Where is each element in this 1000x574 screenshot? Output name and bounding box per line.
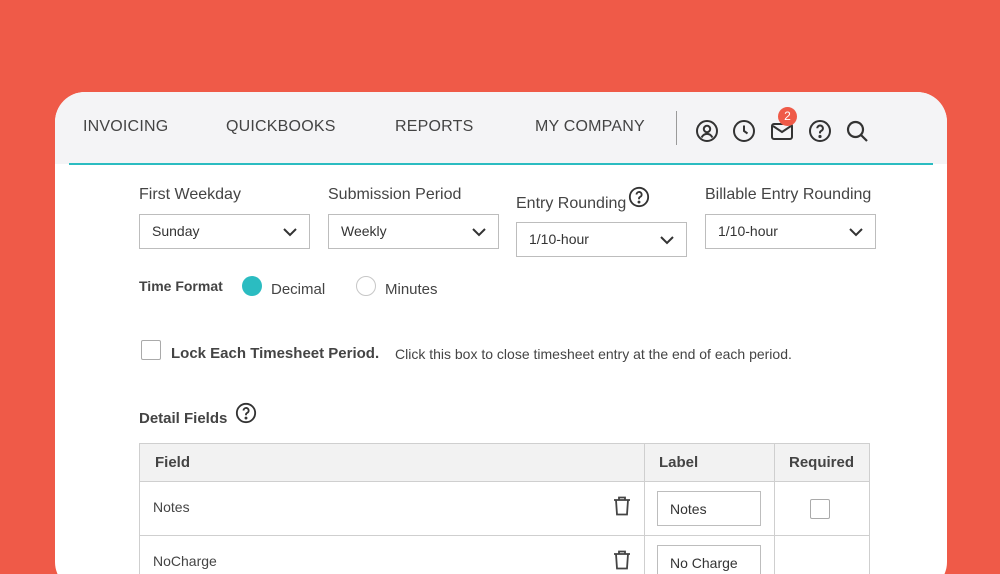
entry-rounding-select[interactable]: 1/10-hour <box>516 222 687 257</box>
entry-rounding-value: 1/10-hour <box>529 231 589 247</box>
field-name: Notes <box>153 499 190 515</box>
detail-fields-table: Field Label Required Notes NoCharge <box>139 443 870 574</box>
entry-rounding-help-icon[interactable] <box>628 186 650 208</box>
field-label-input[interactable] <box>657 545 761 574</box>
submission-period-select[interactable]: Weekly <box>328 214 499 249</box>
lock-timesheet-description: Click this box to close timesheet entry … <box>395 346 792 362</box>
nav-quickbooks[interactable]: QUICKBOOKS <box>226 118 336 136</box>
first-weekday-label: First Weekday <box>139 186 241 203</box>
billable-rounding-select[interactable]: 1/10-hour <box>705 214 876 249</box>
nav-invoicing[interactable]: INVOICING <box>83 118 168 136</box>
entry-rounding-label: Entry Rounding <box>516 195 627 212</box>
billable-rounding-value: 1/10-hour <box>718 223 778 239</box>
submission-period-label: Submission Period <box>328 186 462 203</box>
nav-underline <box>69 163 933 165</box>
chevron-down-icon <box>472 228 486 237</box>
column-divider <box>644 536 645 574</box>
table-header: Field Label Required <box>140 444 869 482</box>
column-divider <box>644 482 645 535</box>
time-format-label: Time Format <box>139 278 223 294</box>
decimal-radio[interactable] <box>242 276 262 296</box>
settings-card: INVOICING QUICKBOOKS REPORTS MY COMPANY … <box>55 92 947 574</box>
chevron-down-icon <box>849 228 863 237</box>
lock-timesheet-title: Lock Each Timesheet Period. <box>171 345 380 362</box>
clock-icon[interactable] <box>732 119 756 143</box>
nav-reports[interactable]: REPORTS <box>395 118 473 136</box>
column-header-field: Field <box>155 454 191 471</box>
column-divider <box>774 482 775 535</box>
user-icon[interactable] <box>695 119 719 143</box>
decimal-radio-label[interactable]: Decimal <box>271 281 325 298</box>
detail-fields-help-icon[interactable] <box>235 402 257 424</box>
submission-period-value: Weekly <box>341 223 387 239</box>
chevron-down-icon <box>660 236 674 245</box>
mail-badge: 2 <box>778 107 797 126</box>
chevron-down-icon <box>283 228 297 237</box>
trash-icon[interactable] <box>612 549 632 571</box>
table-row: Notes <box>140 482 869 536</box>
first-weekday-select[interactable]: Sunday <box>139 214 310 249</box>
detail-fields-title: Detail Fields <box>139 410 228 427</box>
column-divider <box>774 444 775 481</box>
column-header-required: Required <box>789 454 855 471</box>
first-weekday-value: Sunday <box>152 223 200 239</box>
lock-timesheet-checkbox[interactable] <box>141 340 161 360</box>
required-checkbox[interactable] <box>810 499 830 519</box>
minutes-radio[interactable] <box>356 276 376 296</box>
column-divider <box>774 536 775 574</box>
nav-divider <box>676 111 677 145</box>
field-label-input[interactable] <box>657 491 761 526</box>
minutes-radio-label[interactable]: Minutes <box>385 281 438 298</box>
table-row: NoCharge <box>140 536 869 574</box>
column-header-label: Label <box>659 454 699 471</box>
billable-rounding-label: Billable Entry Rounding <box>705 186 872 203</box>
trash-icon[interactable] <box>612 495 632 517</box>
nav-my-company[interactable]: MY COMPANY <box>535 118 645 136</box>
column-divider <box>644 444 645 481</box>
top-nav-bar: INVOICING QUICKBOOKS REPORTS MY COMPANY … <box>55 92 947 165</box>
field-name: NoCharge <box>153 553 217 569</box>
help-icon[interactable] <box>808 119 832 143</box>
search-icon[interactable] <box>845 119 869 143</box>
